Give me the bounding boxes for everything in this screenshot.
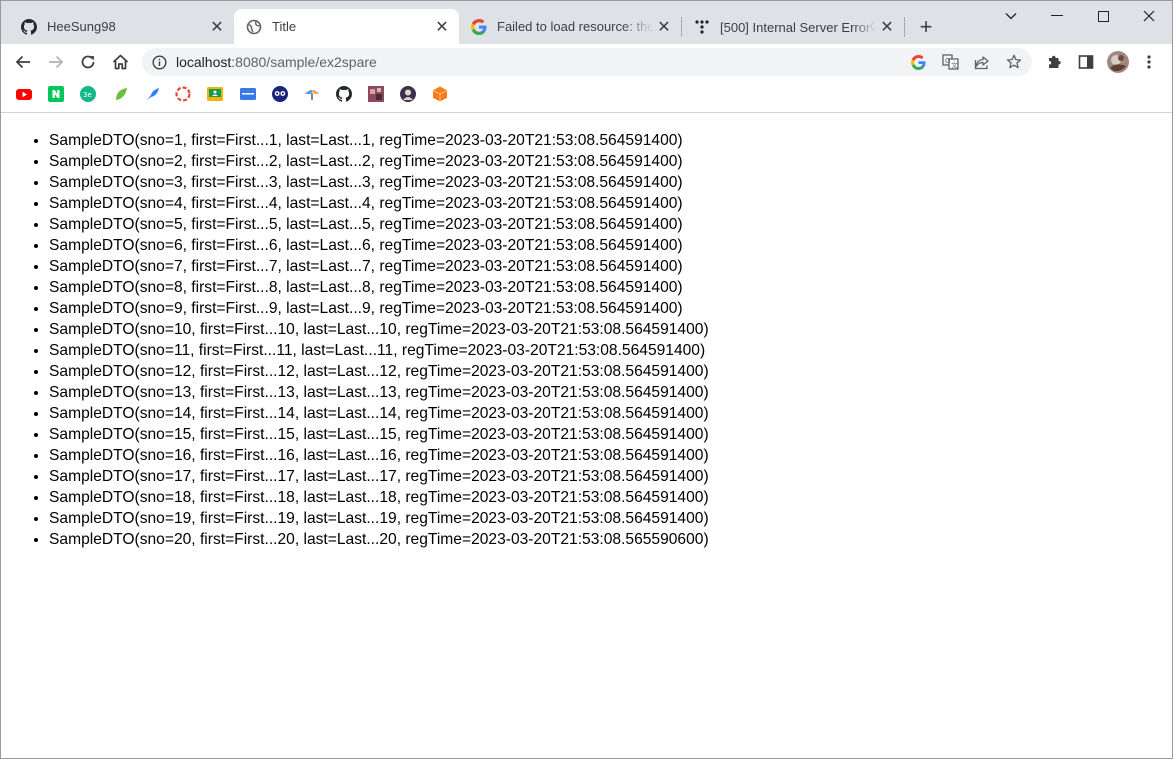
list-item: SampleDTO(sno=5, first=First...5, last=L… <box>49 214 1172 235</box>
tab-title-active[interactable]: Title ✕ <box>234 9 459 44</box>
close-icon[interactable]: ✕ <box>206 16 228 38</box>
globe-icon <box>246 19 262 35</box>
google-icon <box>471 18 487 35</box>
list-item: SampleDTO(sno=6, first=First...6, last=L… <box>49 235 1172 256</box>
dots-icon <box>694 19 710 35</box>
list-item: SampleDTO(sno=15, first=First...15, last… <box>49 424 1172 445</box>
list-item: SampleDTO(sno=10, first=First...10, last… <box>49 319 1172 340</box>
list-item: SampleDTO(sno=1, first=First...1, last=L… <box>49 130 1172 151</box>
reload-icon[interactable] <box>75 49 101 75</box>
address-bar[interactable]: localhost:8080/sample/ex2spare G文 <box>142 48 1032 76</box>
list-item: SampleDTO(sno=18, first=First...18, last… <box>49 487 1172 508</box>
minimize-icon[interactable] <box>1034 1 1080 31</box>
tab-title: [500] Internal Server Error에 <box>720 20 876 35</box>
tab-title: Title <box>272 19 297 34</box>
google-lens-icon[interactable] <box>908 53 928 71</box>
svg-text:文: 文 <box>951 61 958 70</box>
translate-icon[interactable]: G文 <box>940 53 960 71</box>
close-icon[interactable]: ✕ <box>431 16 453 38</box>
maximize-icon[interactable] <box>1080 1 1126 31</box>
list-item: SampleDTO(sno=9, first=First...9, last=L… <box>49 298 1172 319</box>
page-content: SampleDTO(sno=1, first=First...1, last=L… <box>1 113 1172 550</box>
url-text: localhost:8080/sample/ex2spare <box>176 54 377 70</box>
list-item: SampleDTO(sno=12, first=First...12, last… <box>49 361 1172 382</box>
umbrella-icon[interactable] <box>304 86 320 102</box>
feather-icon[interactable] <box>145 86 161 102</box>
site-info-icon[interactable] <box>150 53 168 71</box>
svg-text:3e: 3e <box>83 91 92 99</box>
profile-avatar[interactable] <box>1105 49 1131 75</box>
share-icon[interactable] <box>972 53 992 71</box>
card-icon[interactable] <box>240 86 256 102</box>
list-item: SampleDTO(sno=13, first=First...13, last… <box>49 382 1172 403</box>
tab-heesung98[interactable]: HeeSung98 ✕ <box>9 9 234 44</box>
list-item: SampleDTO(sno=8, first=First...8, last=L… <box>49 277 1172 298</box>
list-item: SampleDTO(sno=16, first=First...16, last… <box>49 445 1172 466</box>
new-tab-plus-icon[interactable]: + <box>913 14 939 39</box>
list-item: SampleDTO(sno=4, first=First...4, last=L… <box>49 193 1172 214</box>
list-item: SampleDTO(sno=11, first=First...11, last… <box>49 340 1172 361</box>
close-icon[interactable]: ✕ <box>876 16 898 38</box>
tab-title: HeeSung98 <box>47 19 116 34</box>
list-item: SampleDTO(sno=3, first=First...3, last=L… <box>49 172 1172 193</box>
forward-arrow-icon[interactable] <box>43 49 69 75</box>
green-circle-icon[interactable]: 3e <box>80 86 96 102</box>
lifebuoy-icon[interactable] <box>175 86 191 102</box>
list-item: SampleDTO(sno=20, first=First...20, last… <box>49 529 1172 550</box>
tab-title: Failed to load resource: the s <box>497 19 653 34</box>
list-item: SampleDTO(sno=2, first=First...2, last=L… <box>49 151 1172 172</box>
sample-dto-list: SampleDTO(sno=1, first=First...1, last=L… <box>1 130 1172 550</box>
youtube-icon[interactable] <box>16 86 32 102</box>
cube-icon[interactable] <box>432 86 448 102</box>
list-item: SampleDTO(sno=17, first=First...17, last… <box>49 466 1172 487</box>
url-host: localhost <box>176 54 232 70</box>
menu-kebab-icon[interactable] <box>1136 49 1162 75</box>
list-item: SampleDTO(sno=7, first=First...7, last=L… <box>49 256 1172 277</box>
tab-failed-to-load[interactable]: Failed to load resource: the s ✕ <box>459 9 681 44</box>
bookmark-star-icon[interactable] <box>1004 53 1024 71</box>
svg-text:G: G <box>945 57 950 65</box>
close-icon[interactable]: ✕ <box>653 16 675 38</box>
url-path: :8080/sample/ex2spare <box>231 54 377 70</box>
classroom-icon[interactable] <box>207 86 223 102</box>
github-icon <box>21 18 37 35</box>
github-icon[interactable] <box>336 86 352 102</box>
home-icon[interactable] <box>107 49 133 75</box>
title-bar: HeeSung98 ✕ Title ✕ Failed to load resou… <box>1 1 1172 44</box>
leaf-icon[interactable] <box>113 86 129 102</box>
list-item: SampleDTO(sno=14, first=First...14, last… <box>49 403 1172 424</box>
naver-icon[interactable] <box>48 86 64 102</box>
bookmarks-bar: 3e <box>1 80 1172 113</box>
avatar-icon[interactable] <box>400 86 416 102</box>
owl-icon[interactable] <box>272 86 288 102</box>
photo-icon[interactable] <box>368 86 384 102</box>
back-arrow-icon[interactable] <box>10 49 36 75</box>
list-item: SampleDTO(sno=19, first=First...19, last… <box>49 508 1172 529</box>
tab-search-chevron-icon[interactable] <box>988 1 1034 31</box>
tab-separator <box>904 17 905 37</box>
toolbar: localhost:8080/sample/ex2spare G文 <box>1 44 1172 80</box>
side-panel-icon[interactable] <box>1073 49 1099 75</box>
close-window-icon[interactable] <box>1126 1 1172 31</box>
extensions-puzzle-icon[interactable] <box>1041 49 1067 75</box>
tab-internal-server-error[interactable]: [500] Internal Server Error에 ✕ <box>682 9 904 44</box>
